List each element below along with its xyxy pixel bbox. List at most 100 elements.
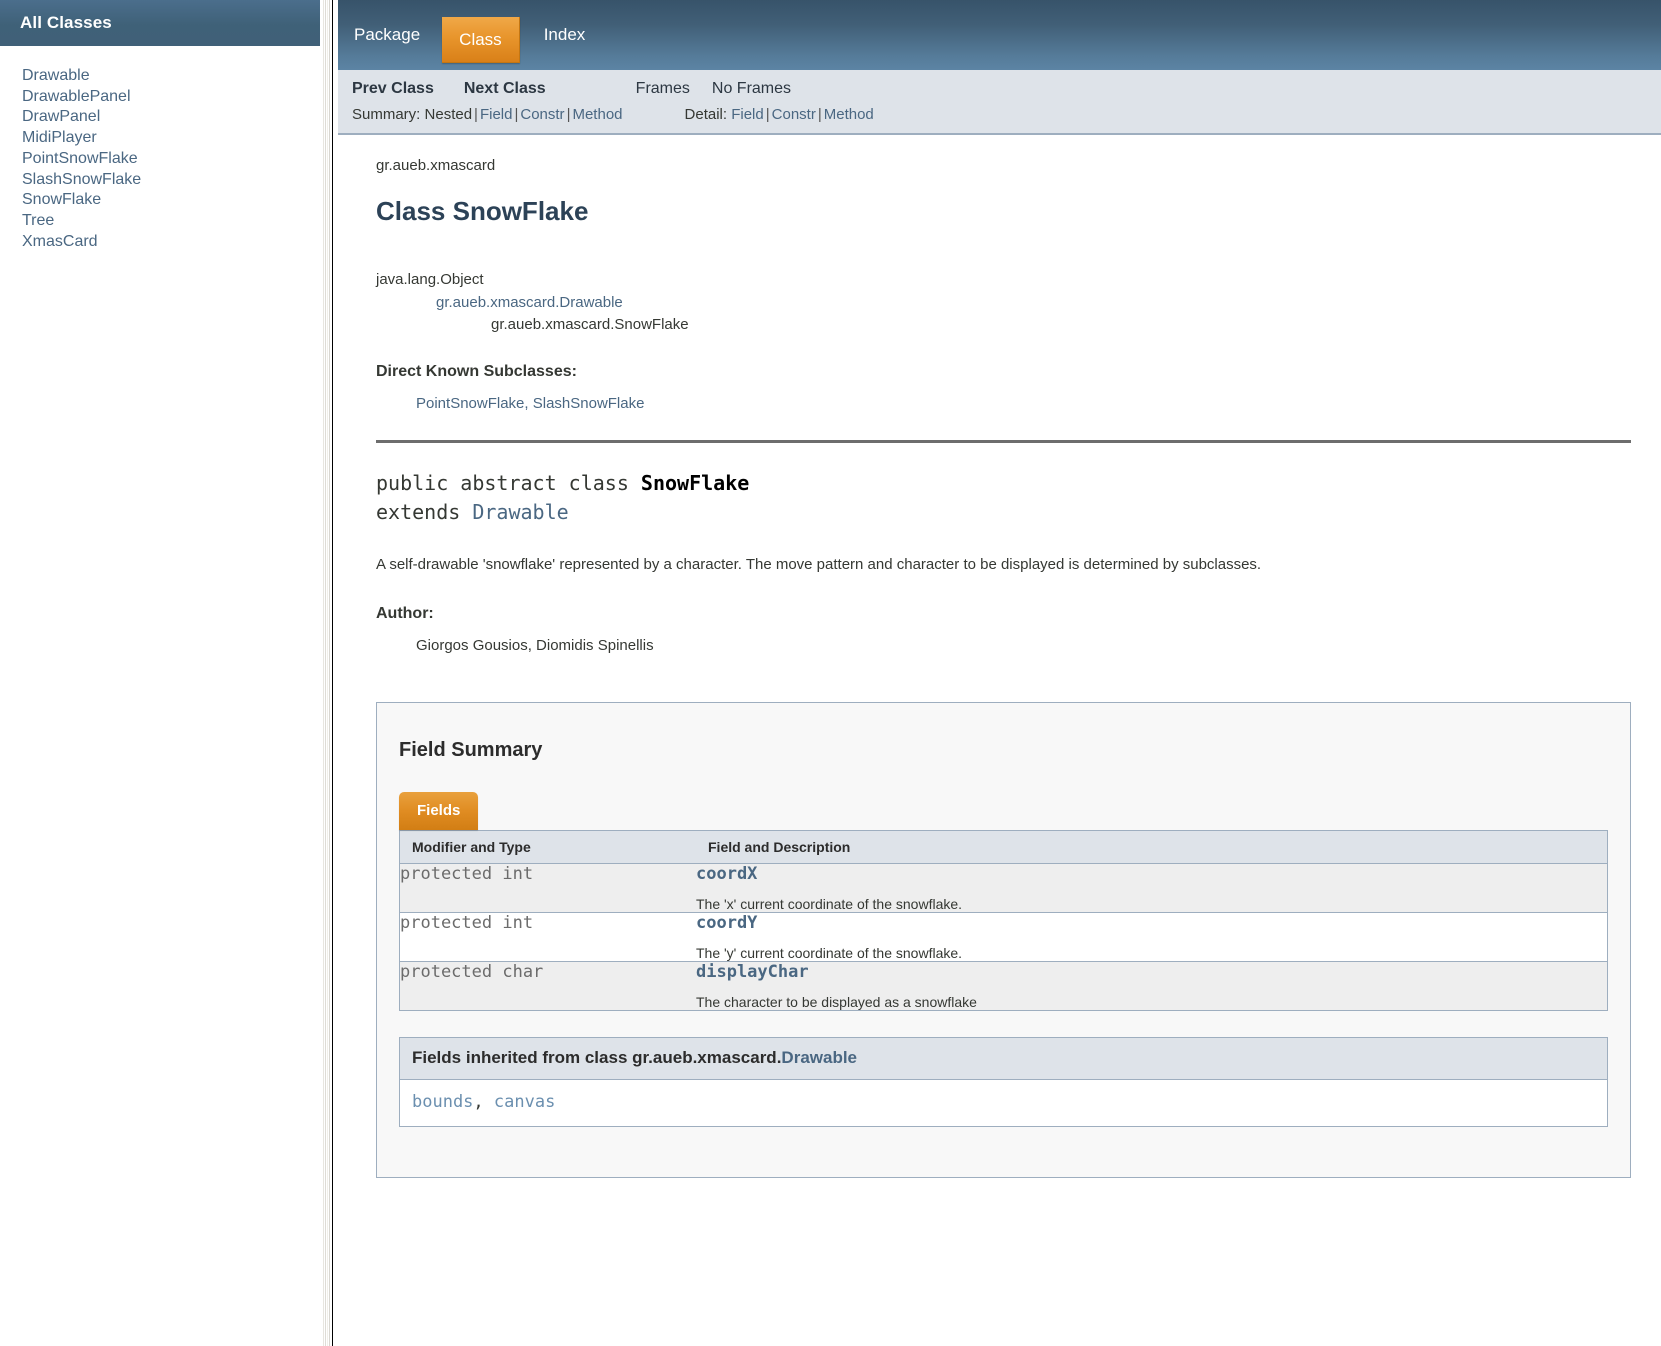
divider-line [325, 0, 326, 1346]
table-head: Modifier and Type Field and Description [399, 830, 1608, 864]
author-label: Author: [376, 604, 434, 622]
divider-line [327, 0, 328, 1346]
next-class-link[interactable]: Next Class [434, 80, 546, 98]
sidebar-class-tree[interactable]: Tree [22, 212, 54, 229]
nav-item-class-wrap: Class [438, 17, 526, 70]
declaration-class-name: SnowFlake [640, 470, 750, 495]
summary-label: Summary: [352, 106, 421, 123]
tab-class[interactable]: Class [442, 17, 520, 63]
inheritance-level-1: gr.aueb.xmascard.Drawable [376, 292, 1631, 315]
divider-line [329, 0, 330, 1346]
frames-link[interactable]: Frames [546, 80, 690, 98]
section-divider [376, 439, 1631, 443]
inherited-fields-table: Fields inherited from class gr.aueb.xmas… [399, 1036, 1608, 1127]
class-header-block: gr.aueb.xmascard Class SnowFlake java.la… [338, 135, 1661, 654]
field-cell: coordX The 'x' current coordinate of the… [696, 863, 1608, 913]
separator: | [817, 106, 822, 123]
summary-method-link[interactable]: Method [572, 106, 622, 123]
table-header-row: Modifier and Type Field and Description [399, 830, 1608, 864]
declaration-extends-link[interactable]: Drawable [472, 500, 568, 524]
field-link-coordx[interactable]: coordX [696, 864, 1607, 884]
field-summary-tabs: Fields [399, 791, 1608, 830]
field-summary-heading: Field Summary [399, 738, 543, 761]
list-item: SnowFlake [22, 190, 320, 211]
tab-index[interactable]: Index [526, 0, 604, 70]
field-cell: displayChar The character to be displaye… [696, 961, 1608, 1010]
tab-package[interactable]: Package [338, 0, 438, 70]
list-item: XmasCard [22, 232, 320, 253]
detail-group: Detail: Field | Constr | Method [623, 106, 874, 123]
class-declaration: public abstract class SnowFlake extends … [376, 469, 1631, 527]
inheritance-level-0: java.lang.Object [376, 271, 484, 288]
inherited-field-bounds[interactable]: bounds [412, 1092, 473, 1112]
field-description: The character to be displayed as a snowf… [696, 993, 977, 1010]
sidebar-class-midiplayer[interactable]: MidiPlayer [22, 129, 97, 146]
sidebar-class-slashsnowflake[interactable]: SlashSnowFlake [22, 171, 141, 188]
direct-known-subclasses-value: PointSnowFlake, SlashSnowFlake [416, 395, 1631, 412]
sidebar-class-drawpanel[interactable]: DrawPanel [22, 108, 100, 125]
frame-divider[interactable] [320, 0, 338, 1346]
detail-constr-link[interactable]: Constr [772, 106, 816, 123]
field-summary-section: Field Summary Fields Modifier and Type F… [376, 701, 1631, 1178]
column-header-field-description: Field and Description [696, 830, 1608, 864]
detail-label: Detail: [684, 106, 728, 123]
sidebar-class-snowflake[interactable]: SnowFlake [22, 191, 101, 208]
sidebar-class-pointsnowflake[interactable]: PointSnowFlake [22, 150, 138, 167]
inherited-field-canvas[interactable]: canvas [494, 1092, 555, 1112]
list-item: Drawable [22, 66, 320, 87]
field-type: protected int [399, 912, 696, 962]
sub-navigation-bar: Prev Class Next Class Frames No Frames S… [338, 70, 1661, 135]
tab-fields[interactable]: Fields [399, 791, 479, 830]
list-item: SlashSnowFlake [22, 170, 320, 191]
sidebar-class-drawablepanel[interactable]: DrawablePanel [22, 88, 131, 105]
column-header-modifier-type: Modifier and Type [399, 830, 696, 864]
summary-nested: Nested [424, 106, 473, 123]
inherited-drawable-link[interactable]: Drawable [781, 1048, 857, 1067]
all-classes-list: Drawable DrawablePanel DrawPanel MidiPla… [0, 46, 320, 252]
divider-line [323, 0, 324, 1346]
field-summary-table: Modifier and Type Field and Description … [399, 829, 1608, 1011]
class-content: gr.aueb.xmascard Class SnowFlake java.la… [338, 135, 1661, 1178]
inherited-heading-prefix: Fields inherited from class gr.aueb.xmas… [412, 1047, 782, 1067]
field-link-displaychar[interactable]: displayChar [696, 962, 1607, 982]
inherited-fields-section: Fields inherited from class gr.aueb.xmas… [399, 1036, 1608, 1127]
top-navigation-bar: Package Class Index [338, 0, 1661, 70]
author-value: Giorgos Gousios, Diomidis Spinellis [416, 636, 654, 654]
field-type: protected int [399, 863, 696, 913]
field-description: The 'y' current coordinate of the snowfl… [696, 944, 963, 961]
subclasses-links[interactable]: PointSnowFlake, SlashSnowFlake [416, 395, 644, 412]
detail-field-link[interactable]: Field [731, 106, 764, 123]
table-row: protected char displayChar The character… [399, 961, 1608, 1010]
prev-class-link[interactable]: Prev Class [338, 80, 434, 98]
inherited-separator: , [473, 1091, 494, 1112]
inheritance-level-2: gr.aueb.xmascard.SnowFlake [491, 316, 689, 333]
summary-field-link[interactable]: Field [480, 106, 513, 123]
inheritance-drawable-link[interactable]: gr.aueb.xmascard.Drawable [436, 294, 623, 311]
list-item: PointSnowFlake [22, 149, 320, 170]
class-document-frame: Package Class Index Prev Class Next Clas… [338, 0, 1661, 1346]
summary-constr-link[interactable]: Constr [520, 106, 564, 123]
package-name: gr.aueb.xmascard [376, 157, 496, 174]
field-link-coordy[interactable]: coordY [696, 913, 1607, 933]
inheritance-tree: java.lang.Object gr.aueb.xmascard.Drawab… [376, 269, 1631, 337]
summary-group: Summary: Nested | Field | Constr | Method [338, 106, 623, 123]
declaration-modifiers: public abstract class [376, 470, 641, 495]
table-body: protected int coordX The 'x' current coo… [399, 863, 1608, 1010]
sidebar-class-xmascard[interactable]: XmasCard [22, 233, 98, 250]
nav-item-index-wrap: Index [526, 0, 604, 70]
sidebar-class-drawable[interactable]: Drawable [22, 67, 90, 84]
table-header-row: Fields inherited from class gr.aueb.xmas… [399, 1037, 1608, 1080]
no-frames-link[interactable]: No Frames [690, 80, 791, 98]
top-nav-list: Package Class Index [338, 0, 1661, 70]
table-head: Fields inherited from class gr.aueb.xmas… [399, 1037, 1608, 1080]
table-body: bounds, canvas [399, 1079, 1608, 1126]
inherited-fields-heading: Fields inherited from class gr.aueb.xmas… [399, 1037, 1608, 1080]
separator: | [765, 106, 770, 123]
table-row: bounds, canvas [399, 1079, 1608, 1126]
detail-method-link[interactable]: Method [824, 106, 874, 123]
table-row: protected int coordX The 'x' current coo… [399, 863, 1608, 913]
separator: | [474, 106, 478, 123]
javadoc-frameset: All Classes Drawable DrawablePanel DrawP… [0, 0, 1661, 1346]
list-item: DrawPanel [22, 107, 320, 128]
inherited-fields-cell: bounds, canvas [399, 1079, 1608, 1126]
